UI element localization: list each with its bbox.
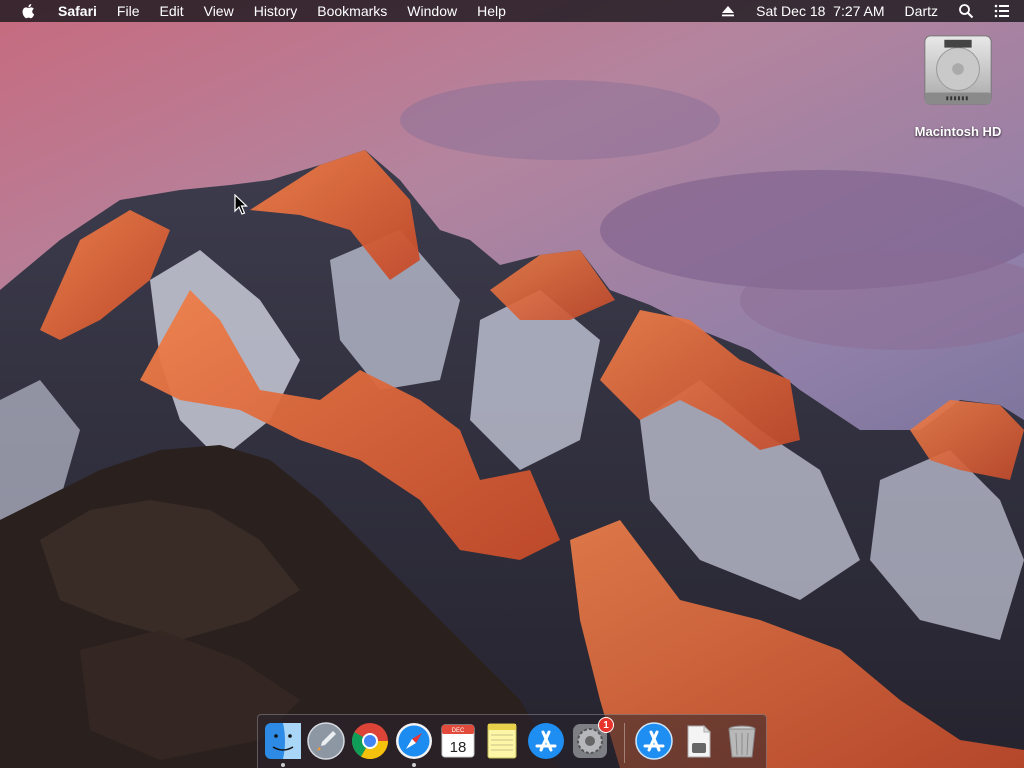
dock-item-launchpad[interactable] xyxy=(306,721,346,761)
apple-logo-icon[interactable] xyxy=(20,2,38,20)
menu-bookmarks[interactable]: Bookmarks xyxy=(307,0,397,22)
finder-icon xyxy=(265,723,301,759)
safari-icon xyxy=(396,723,432,759)
airplay-icon[interactable] xyxy=(720,3,736,19)
dock-item-system-preferences[interactable]: 1 xyxy=(570,717,614,761)
dock-item-documents[interactable] xyxy=(678,721,718,761)
notification-badge: 1 xyxy=(598,717,614,733)
menu-history[interactable]: History xyxy=(244,0,308,22)
mouse-pointer-icon xyxy=(234,194,248,215)
menu-file[interactable]: File xyxy=(107,0,150,22)
dock-item-applications[interactable] xyxy=(634,721,674,761)
desktop-icon-macintosh-hd[interactable]: Macintosh HD xyxy=(906,32,1010,139)
chrome-icon xyxy=(351,723,388,760)
dock-item-app-store[interactable] xyxy=(526,721,566,761)
dock-item-trash[interactable] xyxy=(722,721,762,761)
menubar-clock[interactable]: Sat Dec 18 7:27 AM xyxy=(746,0,894,22)
dock: DEC 18 1 xyxy=(257,714,767,768)
menubar-user[interactable]: Dartz xyxy=(895,0,948,22)
launchpad-icon xyxy=(307,722,345,760)
menu-bar: Safari File Edit View History Bookmarks … xyxy=(0,0,1024,22)
hard-drive-icon xyxy=(924,35,992,105)
document-stack-icon xyxy=(687,724,712,758)
menu-edit[interactable]: Edit xyxy=(149,0,193,22)
menu-app-name[interactable]: Safari xyxy=(52,0,107,22)
dock-item-calendar[interactable]: DEC 18 xyxy=(438,721,478,761)
dock-separator xyxy=(624,723,625,763)
menu-window[interactable]: Window xyxy=(397,0,467,22)
desktop-icon-label: Macintosh HD xyxy=(914,124,1002,139)
running-indicator xyxy=(412,763,416,767)
menu-view[interactable]: View xyxy=(194,0,244,22)
notes-icon xyxy=(487,723,517,759)
menu-help[interactable]: Help xyxy=(467,0,516,22)
dock-item-notes[interactable] xyxy=(482,721,522,761)
dock-item-chrome[interactable] xyxy=(350,721,390,761)
spotlight-search-icon[interactable] xyxy=(958,3,974,19)
running-indicator xyxy=(281,763,285,767)
calendar-month: DEC xyxy=(452,728,465,734)
notification-center-icon[interactable] xyxy=(994,3,1010,19)
dock-item-safari[interactable] xyxy=(394,721,434,767)
app-store-icon xyxy=(528,723,564,759)
dock-item-finder[interactable] xyxy=(263,721,303,767)
desktop-wallpaper xyxy=(0,0,1024,768)
trash-icon xyxy=(728,725,756,758)
calendar-day: 18 xyxy=(450,739,467,756)
app-store-folder-icon xyxy=(635,722,673,760)
calendar-icon: DEC 18 xyxy=(441,724,475,758)
